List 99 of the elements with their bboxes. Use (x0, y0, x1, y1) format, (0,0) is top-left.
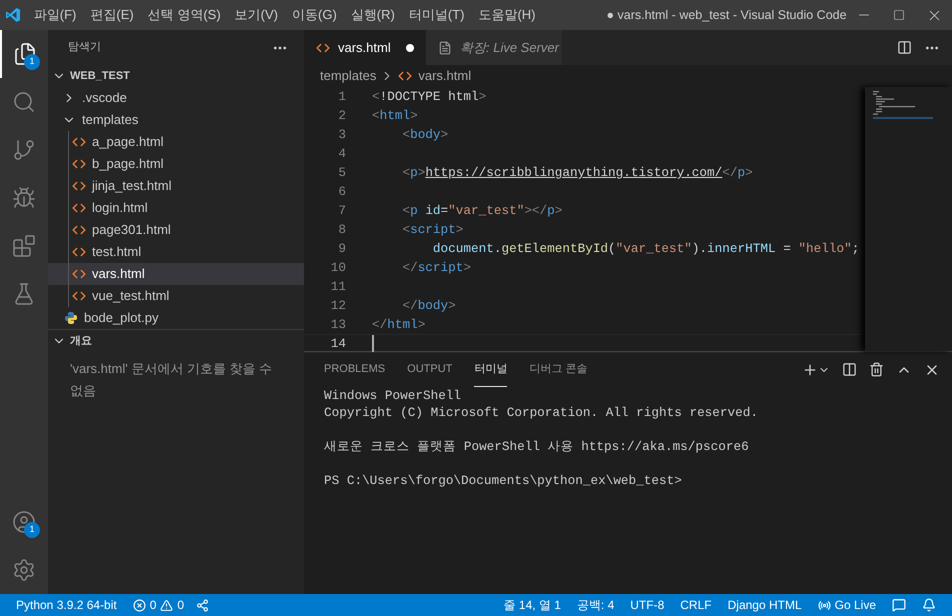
html-file-icon (398, 69, 412, 83)
settings-icon (12, 558, 36, 582)
language-mode[interactable]: Django HTML (720, 596, 810, 614)
menu-item[interactable]: 실행(R) (344, 5, 402, 25)
code-line: <html> (372, 106, 418, 125)
outline-message: 'vars.html' 문서에서 기호를 찾을 수 없음 (69, 360, 274, 400)
extensions-icon (12, 234, 36, 258)
code-line: </body> (401, 296, 456, 315)
menu-item[interactable]: 터미널(T) (402, 5, 472, 25)
html-file-icon (72, 179, 86, 193)
line-number: 9 (337, 240, 346, 258)
html-file-icon (316, 40, 330, 54)
python-file-icon (64, 311, 78, 325)
outline-header[interactable]: 개요 (48, 330, 304, 352)
terminal-line: Windows PowerShell (324, 387, 462, 404)
code-line: </script> (401, 258, 471, 277)
file-tree-item[interactable]: vars.html (48, 263, 304, 285)
badge: 1 (24, 54, 40, 70)
cursor-position[interactable]: 줄 14, 열 1 (496, 596, 569, 614)
code-line: </html> (372, 316, 426, 334)
line-number: 11 (330, 278, 346, 296)
file-tree-item[interactable]: jinja_test.html (48, 175, 304, 197)
split-terminal-icon[interactable] (842, 362, 857, 377)
html-file-icon (72, 135, 86, 149)
sidebar-title: 탐색기 (68, 40, 101, 56)
line-number: 14 (330, 334, 346, 353)
line-number: 1 (337, 88, 346, 106)
menu-item[interactable]: 편집(E) (83, 5, 141, 25)
line-number: 8 (337, 220, 346, 239)
file-tree-item[interactable]: .vscode (48, 87, 304, 109)
html-file-icon (72, 201, 86, 215)
editor-tab[interactable]: 확장: Live Server (426, 30, 562, 65)
file-tree-item[interactable]: page301.html (48, 219, 304, 241)
go-live-button[interactable]: Go Live (810, 596, 884, 614)
new-terminal-icon[interactable] (802, 362, 830, 378)
terminal-line: 새로운 크로스 플랫폼 PowerShell 사용 https://aka.ms/pscore6 (324, 438, 750, 455)
line-number: 12 (330, 296, 346, 315)
code-line: <script> (401, 220, 464, 239)
error-count: 0 (150, 597, 156, 614)
encoding[interactable]: UTF-8 (622, 596, 672, 614)
menu-item[interactable]: 도움말(H) (471, 5, 542, 25)
line-number: 13 (330, 316, 346, 334)
menu-item[interactable]: 파일(F) (26, 5, 84, 25)
broadcast-icon (818, 598, 831, 612)
breadcrumb[interactable]: vars.html (398, 66, 472, 86)
menu-item[interactable]: 선택 영역(S) (140, 5, 228, 25)
explorer-icon (13, 42, 37, 66)
error-icon (132, 598, 146, 612)
code-line: <p>https://scribblinganything.tistory.com/</p> (401, 164, 753, 182)
line-number: 7 (337, 202, 346, 220)
text-cursor (372, 335, 374, 352)
warning-count: 0 (177, 597, 184, 614)
panel-tab[interactable]: 디버그 콘솔 (529, 352, 588, 387)
line-number: 4 (337, 144, 346, 163)
editor-tab[interactable]: vars.html (304, 30, 426, 65)
account-tab[interactable]: 1 (0, 498, 48, 546)
document-icon (438, 40, 452, 54)
line-number: 3 (337, 126, 346, 144)
python-interpreter[interactable]: Python 3.9.2 64-bit (8, 596, 125, 614)
file-tree-item[interactable]: b_page.html (48, 153, 304, 175)
file-tree-item[interactable]: login.html (48, 197, 304, 219)
search-icon (12, 90, 36, 114)
menu-item[interactable]: 보기(V) (228, 5, 285, 25)
terminal-line: PS C:\Users\forgo\Documents\python_ex\web_test> (324, 472, 683, 489)
run-debug-icon (12, 186, 36, 210)
panel-tab[interactable]: PROBLEMS (324, 352, 386, 387)
file-tree-item[interactable]: vue_test.html (48, 285, 304, 307)
window-title: ● vars.html - web_test - Visual Studio Code (605, 6, 847, 24)
html-file-icon (72, 157, 86, 171)
panel-tab[interactable]: 터미널 (474, 352, 508, 387)
html-file-icon (72, 267, 86, 281)
html-file-icon (72, 223, 86, 237)
line-ending[interactable]: CRLF (672, 596, 720, 614)
code-line: document.getElementById("var_test").innerHTML = "hello"; (432, 240, 860, 258)
trash-icon[interactable] (869, 362, 884, 377)
code-line: <!DOCTYPE html> (372, 88, 486, 106)
file-tree-item[interactable]: templates (48, 109, 304, 131)
code-line: <body> (401, 126, 448, 144)
file-tree-item[interactable]: bode_plot.py (48, 307, 304, 329)
line-number: 6 (337, 182, 346, 201)
line-number: 10 (330, 258, 346, 277)
indentation[interactable]: 공백: 4 (568, 596, 622, 614)
panel-tab[interactable]: OUTPUT (407, 352, 452, 387)
source-control-icon (12, 138, 36, 162)
file-tree-item[interactable]: test.html (48, 241, 304, 263)
line-number: 5 (337, 164, 346, 182)
breadcrumb[interactable]: templates (320, 66, 376, 86)
code-line: <p id="var_test"></p> (401, 202, 562, 220)
tree-header[interactable]: WEB_TEST (48, 65, 304, 87)
account-icon (12, 510, 36, 534)
warning-icon (160, 598, 174, 612)
file-tree-item[interactable]: a_page.html (48, 131, 304, 153)
html-file-icon (72, 289, 86, 303)
terminal-line: Copyright (C) Microsoft Corporation. All rights reserved. (324, 404, 759, 421)
menu-item[interactable]: 이동(G) (285, 5, 344, 25)
badge: 1 (24, 522, 40, 538)
line-number: 2 (337, 106, 346, 125)
problems-indicator[interactable]: 0 0 (124, 596, 192, 614)
html-file-icon (72, 245, 86, 259)
